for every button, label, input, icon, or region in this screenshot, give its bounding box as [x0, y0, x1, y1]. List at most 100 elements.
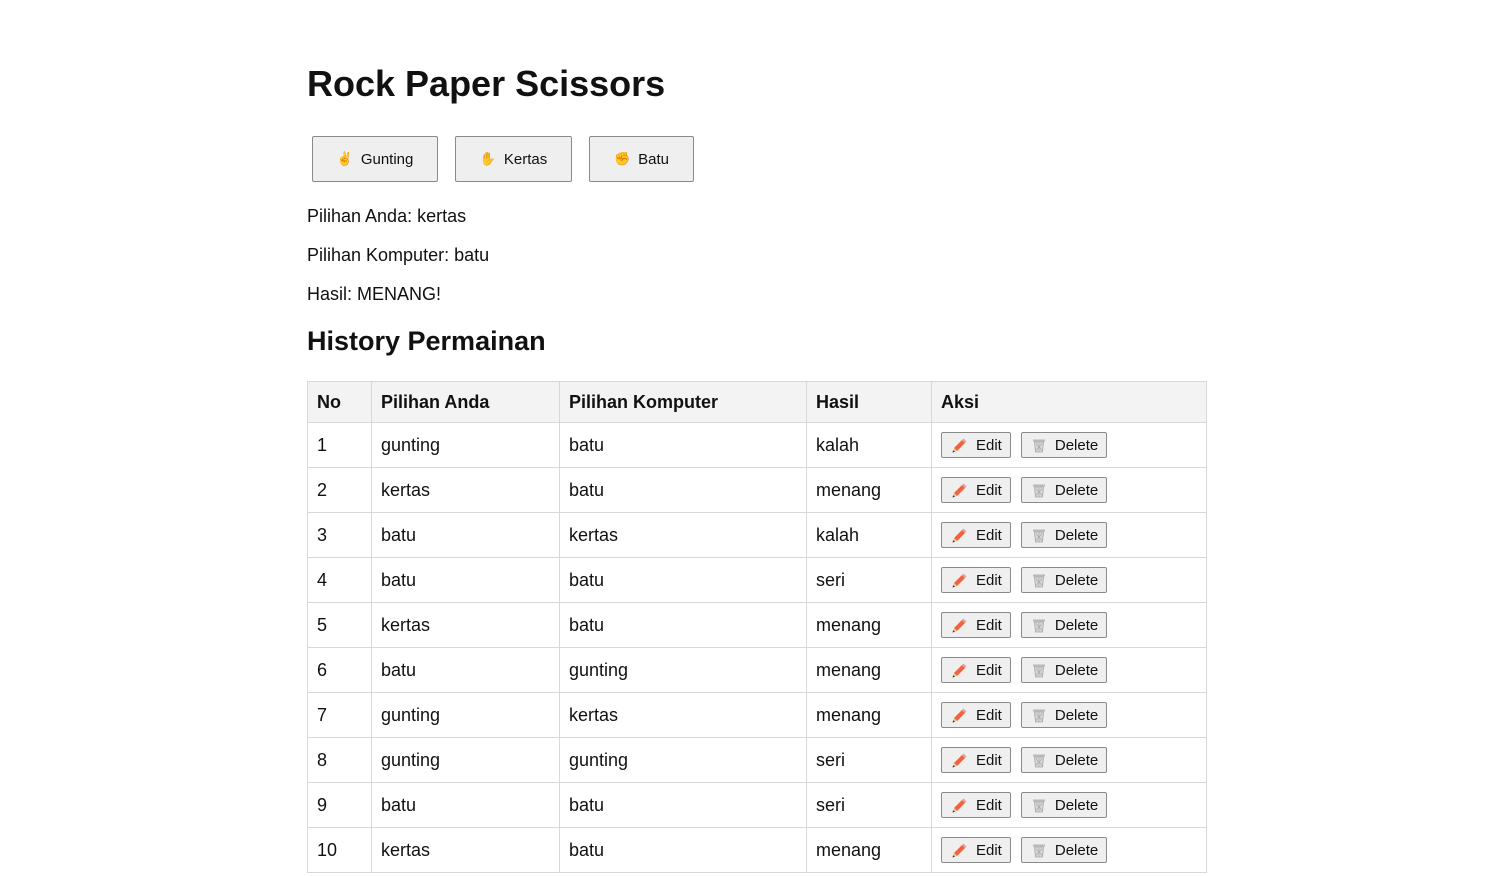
- delete-button[interactable]: Delete: [1020, 657, 1108, 683]
- cell-pilihan-komputer: gunting: [559, 647, 807, 693]
- pencil-icon: [951, 482, 968, 499]
- cell-pilihan-anda: batu: [371, 782, 560, 828]
- cell-hasil: menang: [806, 602, 932, 648]
- pencil-icon: [951, 707, 968, 724]
- cell-no: 6: [307, 647, 372, 693]
- cell-hasil: seri: [806, 782, 932, 828]
- edit-button[interactable]: Edit: [941, 567, 1011, 593]
- edit-button[interactable]: Edit: [941, 522, 1011, 548]
- cell-aksi: Edit Delete: [931, 737, 1207, 783]
- delete-button[interactable]: Delete: [1020, 522, 1108, 548]
- edit-button[interactable]: Edit: [941, 747, 1011, 773]
- kertas-button[interactable]: ✋ Kertas: [455, 136, 572, 182]
- kertas-button-label: Kertas: [503, 150, 548, 168]
- cell-pilihan-komputer: batu: [559, 602, 807, 648]
- choice-buttons: ✌ Gunting ✋ Kertas ✊ Batu: [312, 136, 711, 182]
- cell-aksi: Edit Delete: [931, 782, 1207, 828]
- pencil-icon: [951, 572, 968, 589]
- history-table-body: 1 gunting batu kalah Edit Delete 2 kerta…: [307, 422, 1207, 873]
- cell-pilihan-komputer: kertas: [559, 512, 807, 558]
- trash-icon: [1031, 797, 1047, 813]
- cell-pilihan-komputer: batu: [559, 467, 807, 513]
- cell-aksi: Edit Delete: [931, 422, 1207, 468]
- delete-button-label: Delete: [1054, 796, 1099, 814]
- delete-button-label: Delete: [1054, 436, 1099, 454]
- edit-button-label: Edit: [976, 436, 1002, 454]
- pencil-icon: [951, 437, 968, 454]
- delete-button[interactable]: Delete: [1020, 432, 1108, 458]
- cell-no: 2: [307, 467, 372, 513]
- edit-button[interactable]: Edit: [941, 837, 1011, 863]
- batu-button-label: Batu: [638, 150, 670, 168]
- cell-no: 8: [307, 737, 372, 783]
- trash-icon: [1031, 527, 1047, 543]
- pencil-icon: [951, 617, 968, 634]
- cell-pilihan-anda: kertas: [371, 467, 560, 513]
- pencil-icon: [951, 662, 968, 679]
- table-row: 10 kertas batu menang Edit Delete: [307, 827, 1207, 873]
- edit-button-label: Edit: [976, 796, 1002, 814]
- edit-button-label: Edit: [976, 571, 1002, 589]
- cell-no: 1: [307, 422, 372, 468]
- gunting-button[interactable]: ✌ Gunting: [312, 136, 438, 182]
- cell-pilihan-anda: gunting: [371, 422, 560, 468]
- delete-button-label: Delete: [1054, 661, 1099, 679]
- cell-pilihan-komputer: gunting: [559, 737, 807, 783]
- delete-button-label: Delete: [1054, 481, 1099, 499]
- delete-button[interactable]: Delete: [1020, 837, 1108, 863]
- table-row: 1 gunting batu kalah Edit Delete: [307, 422, 1207, 468]
- edit-button-label: Edit: [976, 841, 1002, 859]
- header-no: No: [307, 381, 372, 423]
- batu-button[interactable]: ✊ Batu: [589, 136, 694, 182]
- paper-hand-icon: ✋: [479, 151, 496, 166]
- delete-button-label: Delete: [1054, 526, 1099, 544]
- cell-pilihan-anda: gunting: [371, 692, 560, 738]
- delete-button[interactable]: Delete: [1020, 477, 1108, 503]
- delete-button[interactable]: Delete: [1020, 792, 1108, 818]
- cell-hasil: kalah: [806, 512, 932, 558]
- pencil-icon: [951, 797, 968, 814]
- cell-aksi: Edit Delete: [931, 692, 1207, 738]
- delete-button-label: Delete: [1054, 571, 1099, 589]
- edit-button[interactable]: Edit: [941, 612, 1011, 638]
- table-row: 8 gunting gunting seri Edit Delete: [307, 737, 1207, 783]
- delete-button-label: Delete: [1054, 841, 1099, 859]
- page-title: Rock Paper Scissors: [307, 63, 666, 104]
- delete-button[interactable]: Delete: [1020, 567, 1108, 593]
- rock-fist-icon: ✊: [613, 151, 631, 166]
- player-choice-text: Pilihan Anda: kertas: [307, 206, 467, 226]
- delete-button[interactable]: Delete: [1020, 612, 1108, 638]
- edit-button[interactable]: Edit: [941, 657, 1011, 683]
- cell-no: 5: [307, 602, 372, 648]
- header-pilihan-anda: Pilihan Anda: [371, 381, 560, 423]
- cell-aksi: Edit Delete: [931, 512, 1207, 558]
- result-text: Hasil: MENANG!: [307, 284, 442, 304]
- trash-icon: [1031, 572, 1047, 588]
- trash-icon: [1031, 707, 1047, 723]
- edit-button[interactable]: Edit: [941, 792, 1011, 818]
- edit-button[interactable]: Edit: [941, 477, 1011, 503]
- computer-choice-text: Pilihan Komputer: batu: [307, 245, 490, 265]
- edit-button[interactable]: Edit: [941, 432, 1011, 458]
- delete-button[interactable]: Delete: [1020, 702, 1108, 728]
- cell-hasil: menang: [806, 692, 932, 738]
- header-pilihan-komputer: Pilihan Komputer: [559, 381, 807, 423]
- delete-button-label: Delete: [1054, 706, 1099, 724]
- cell-pilihan-anda: kertas: [371, 827, 560, 873]
- cell-aksi: Edit Delete: [931, 827, 1207, 873]
- scissors-hand-icon: ✌: [336, 151, 353, 166]
- delete-button[interactable]: Delete: [1020, 747, 1108, 773]
- cell-pilihan-anda: gunting: [371, 737, 560, 783]
- cell-aksi: Edit Delete: [931, 647, 1207, 693]
- gunting-button-label: Gunting: [360, 150, 414, 168]
- cell-no: 10: [307, 827, 372, 873]
- trash-icon: [1031, 752, 1047, 768]
- cell-aksi: Edit Delete: [931, 557, 1207, 603]
- edit-button[interactable]: Edit: [941, 702, 1011, 728]
- pencil-icon: [951, 752, 968, 769]
- trash-icon: [1031, 617, 1047, 633]
- cell-aksi: Edit Delete: [931, 467, 1207, 513]
- trash-icon: [1031, 482, 1047, 498]
- cell-pilihan-komputer: batu: [559, 422, 807, 468]
- cell-no: 3: [307, 512, 372, 558]
